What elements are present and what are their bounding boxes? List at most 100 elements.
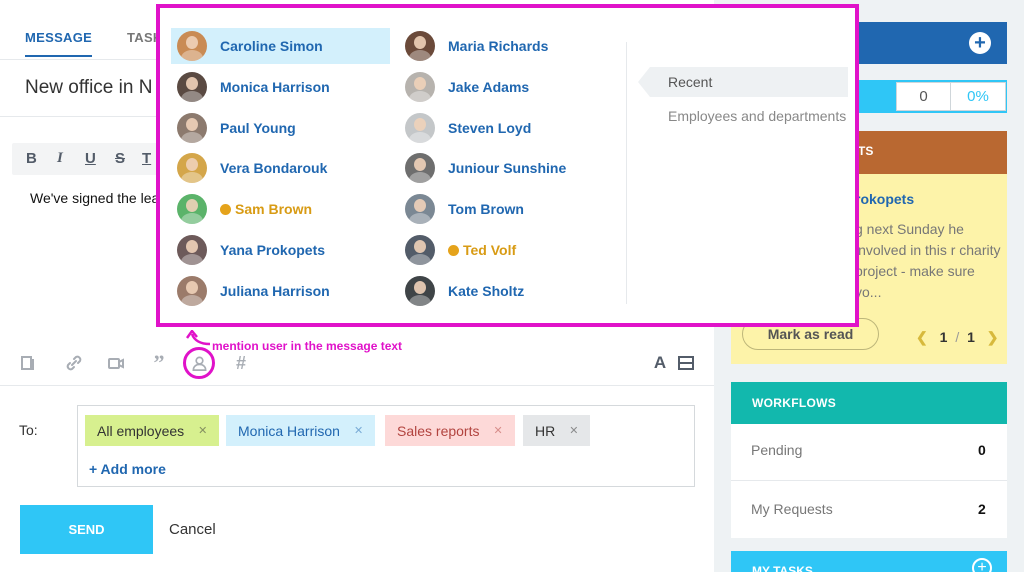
remove-icon[interactable]: ✕	[198, 424, 207, 437]
user-name: Tom Brown	[448, 201, 524, 217]
pager-current: 1	[939, 329, 948, 345]
recipient-chip[interactable]: Monica Harrison ✕	[226, 415, 376, 446]
mention-popup: Caroline Simon Monica Harrison Paul Young V…	[156, 4, 859, 327]
tab-message[interactable]: MESSAGE	[25, 30, 93, 57]
video-icon[interactable]	[105, 352, 127, 374]
hashtag-icon[interactable]: #	[230, 352, 252, 374]
mention-user[interactable]: Tom Brown	[399, 191, 618, 227]
text-format-icon[interactable]: A	[649, 352, 671, 374]
mention-user[interactable]: Jake Adams	[399, 69, 618, 105]
send-button[interactable]: SEND	[20, 505, 153, 554]
mention-user[interactable]: Juliana Harrison	[171, 273, 390, 309]
user-name-text: Yana Prokopets	[220, 242, 326, 258]
user-name-text: Tom Brown	[448, 201, 524, 218]
mention-user[interactable]: Monica Harrison	[171, 69, 390, 105]
recipient-label: All employees	[97, 422, 185, 439]
user-name-text: Caroline Simon	[220, 38, 323, 54]
mention-user[interactable]: Paul Young	[171, 110, 390, 146]
strikethrough-button[interactable]: S	[115, 150, 125, 167]
mention-user[interactable]: Ted Volf	[399, 232, 618, 268]
recipient-chip[interactable]: All employees ✕	[85, 415, 220, 446]
mention-user[interactable]: Yana Prokopets	[171, 232, 390, 268]
add-more-link[interactable]: + Add more	[89, 461, 166, 477]
user-name-text: Steven Loyd	[448, 119, 532, 136]
subject-input[interactable]: New office in N	[25, 77, 152, 99]
user-name: Monica Harrison	[220, 79, 330, 95]
user-name-text: Juniour Sunshine	[448, 160, 567, 177]
user-name: Steven Loyd	[448, 120, 531, 136]
user-name: Sam Brown	[220, 201, 312, 217]
announcement-author[interactable]: rokopets	[855, 191, 914, 207]
workflow-requests-count: 2	[978, 501, 986, 517]
file-icon[interactable]	[18, 352, 40, 374]
user-name-text: Maria Richards	[448, 38, 549, 54]
workflows-title: WORKFLOWS	[752, 396, 837, 410]
quote-icon[interactable]: ”	[148, 350, 170, 375]
counter-percent: 0%	[967, 88, 989, 105]
recipients-field[interactable]: All employees ✕ Monica Harrison ✕ Sales repo…	[77, 405, 695, 487]
avatar	[405, 194, 435, 225]
divider	[626, 42, 627, 304]
message-body[interactable]: We've signed the lea	[30, 190, 159, 206]
announcement-pager: ❮ 1 / 1 ❯	[916, 329, 999, 346]
workflow-pending-count: 0	[978, 442, 986, 458]
recent-tab[interactable]: Recent	[638, 67, 848, 97]
workflow-pending-label[interactable]: Pending	[751, 442, 802, 458]
user-name: Vera Bondarouk	[220, 160, 327, 176]
avatar	[405, 275, 435, 306]
pager-separator: /	[955, 329, 960, 345]
add-icon[interactable]: +	[969, 32, 991, 54]
avatar	[405, 153, 435, 184]
mention-user[interactable]: Maria Richards	[399, 28, 618, 64]
avatar	[177, 31, 207, 61]
recipient-label: Monica Harrison	[238, 422, 340, 439]
mention-user[interactable]: Sam Brown	[171, 191, 390, 227]
bold-button[interactable]: B	[26, 150, 37, 167]
cancel-button[interactable]: Cancel	[169, 521, 216, 538]
announcement-text: g next Sunday he involved in this r char…	[855, 221, 1001, 300]
workflow-requests-label[interactable]: My Requests	[751, 501, 833, 517]
user-name: Jake Adams	[448, 79, 529, 95]
recipient-chip[interactable]: HR ✕	[523, 415, 591, 446]
avatar	[405, 112, 435, 143]
user-name: Ted Volf	[448, 242, 516, 258]
underline-button[interactable]: U	[85, 150, 96, 167]
avatar	[177, 112, 207, 143]
user-name: Paul Young	[220, 120, 296, 136]
remove-icon[interactable]: ✕	[493, 424, 502, 437]
user-name-text: Sam Brown	[235, 201, 313, 218]
avatar	[177, 275, 207, 306]
link-icon[interactable]	[63, 352, 85, 374]
extranet-icon	[220, 204, 231, 216]
avatar	[177, 71, 207, 102]
mention-user[interactable]: Kate Sholtz	[399, 273, 618, 309]
user-name-text: Ted Volf	[463, 242, 517, 258]
user-name: Kate Sholtz	[448, 283, 524, 299]
user-name-text: Vera Bondarouk	[220, 160, 328, 177]
user-name-text: Jake Adams	[448, 78, 530, 95]
add-task-icon[interactable]: +	[972, 558, 992, 572]
mention-user[interactable]: Juniour Sunshine	[399, 150, 618, 186]
chevron-right-icon[interactable]: ❯	[987, 329, 999, 345]
recipient-chip[interactable]: Sales reports ✕	[385, 415, 515, 446]
user-name-text: Kate Sholtz	[448, 282, 525, 299]
clear-format-button[interactable]: T	[142, 150, 151, 167]
mention-user[interactable]: Steven Loyd	[399, 110, 618, 146]
avatar	[177, 235, 207, 265]
italic-button[interactable]: I	[57, 150, 63, 167]
mention-user[interactable]: Vera Bondarouk	[171, 150, 390, 186]
employees-departments-tab[interactable]: Employees and departments	[668, 108, 846, 124]
avatar	[405, 71, 435, 102]
user-name-text: Paul Young	[220, 119, 296, 136]
remove-icon[interactable]: ✕	[354, 424, 363, 437]
user-name: Caroline Simon	[220, 38, 323, 54]
divider	[731, 480, 1007, 481]
panel-icon[interactable]	[675, 352, 697, 374]
recipient-label: HR	[535, 422, 556, 439]
chevron-left-icon[interactable]: ❮	[916, 329, 928, 345]
mention-user[interactable]: Caroline Simon	[171, 28, 390, 64]
user-name: Yana Prokopets	[220, 242, 325, 258]
user-name: Maria Richards	[448, 38, 548, 54]
remove-icon[interactable]: ✕	[569, 424, 578, 437]
user-name-text: Monica Harrison	[220, 78, 330, 95]
